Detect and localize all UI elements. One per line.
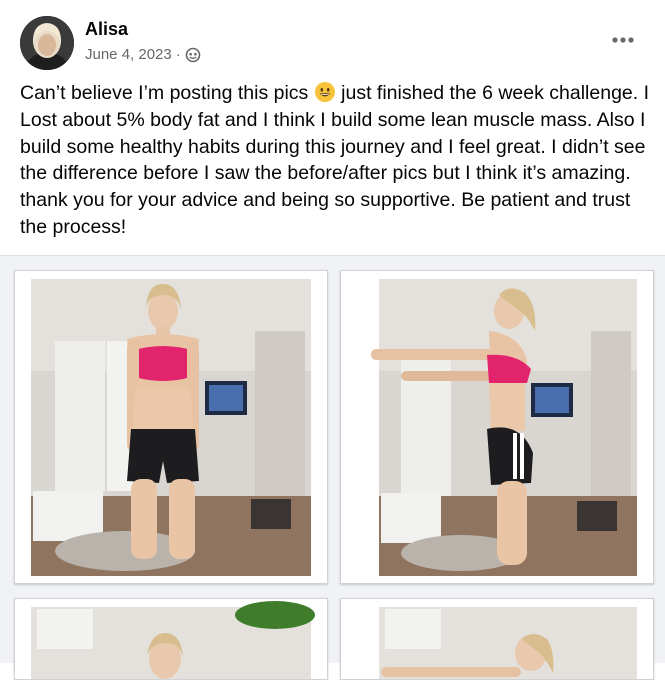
- avatar[interactable]: [20, 16, 74, 70]
- globe-icon: [185, 47, 201, 63]
- post-date[interactable]: June 4, 2023: [85, 46, 172, 63]
- more-options-icon[interactable]: [609, 31, 637, 49]
- meta-separator: ·: [175, 46, 181, 63]
- post-card: Alisa June 4, 2023 · Can’t believe I’m p: [0, 0, 665, 680]
- photo-side-view[interactable]: [340, 270, 654, 584]
- photo-front-view[interactable]: [14, 270, 328, 584]
- caption-text-start: Can’t believe I’m posting this pics: [20, 82, 309, 104]
- grinning-face-emoji: [314, 81, 336, 103]
- photo-side-view-after[interactable]: [340, 598, 654, 680]
- photo-front-view-after[interactable]: [14, 598, 328, 680]
- author-name[interactable]: Alisa: [85, 19, 128, 40]
- photo-gallery: [0, 256, 665, 680]
- post-caption: Can’t believe I’m posting this pics just…: [20, 80, 650, 241]
- post-meta: June 4, 2023 ·: [85, 46, 201, 63]
- caption-text-rest: just finished the 6 week challenge. I Lo…: [20, 82, 650, 238]
- post-header: Alisa June 4, 2023 ·: [20, 15, 645, 71]
